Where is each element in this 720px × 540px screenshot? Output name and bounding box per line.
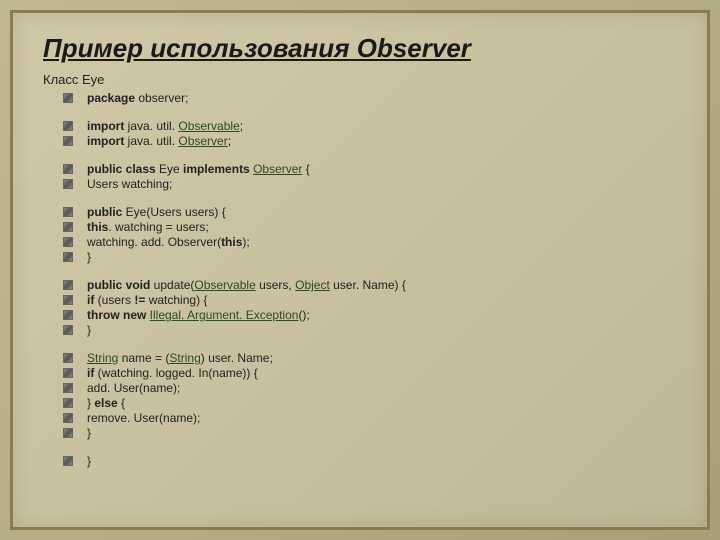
code-text: } <box>87 323 91 337</box>
code-spacer <box>43 149 677 161</box>
code-text: remove. User(name); <box>87 411 200 425</box>
code-line: import java. util. Observable; <box>43 119 677 133</box>
code-text: package observer; <box>87 91 188 105</box>
bullet-icon <box>63 368 73 378</box>
code-line: public class Eye implements Observer { <box>43 162 677 176</box>
code-line: this. watching = users; <box>43 220 677 234</box>
code-line: } <box>43 426 677 440</box>
code-line: watching. add. Observer(this); <box>43 235 677 249</box>
code-spacer <box>43 338 677 350</box>
code-line: remove. User(name); <box>43 411 677 425</box>
code-text: } <box>87 454 91 468</box>
code-text: this. watching = users; <box>87 220 209 234</box>
code-line: add. User(name); <box>43 381 677 395</box>
bullet-icon <box>63 136 73 146</box>
code-line: throw new Illegal. Argument. Exception()… <box>43 308 677 322</box>
code-line: if (watching. logged. In(name)) { <box>43 366 677 380</box>
bullet-icon <box>63 413 73 423</box>
bullet-icon <box>63 121 73 131</box>
code-spacer <box>43 265 677 277</box>
code-line: package observer; <box>43 91 677 105</box>
code-text: Users watching; <box>87 177 172 191</box>
code-line: if (users != watching) { <box>43 293 677 307</box>
bullet-icon <box>63 252 73 262</box>
code-text: if (watching. logged. In(name)) { <box>87 366 258 380</box>
bullet-icon <box>63 164 73 174</box>
code-text: import java. util. Observer; <box>87 134 231 148</box>
bullet-icon <box>63 383 73 393</box>
slide-title: Пример использования Observer <box>43 33 677 64</box>
code-text: add. User(name); <box>87 381 180 395</box>
code-text: throw new Illegal. Argument. Exception()… <box>87 308 310 322</box>
bullet-icon <box>63 456 73 466</box>
code-text: if (users != watching) { <box>87 293 207 307</box>
code-text: public class Eye implements Observer { <box>87 162 310 176</box>
bullet-icon <box>63 207 73 217</box>
code-line: Users watching; <box>43 177 677 191</box>
code-text: watching. add. Observer(this); <box>87 235 250 249</box>
code-line: String name = (String) user. Name; <box>43 351 677 365</box>
slide-content: Пример использования Observer Класс Eye … <box>13 13 707 489</box>
code-line: public Eye(Users users) { <box>43 205 677 219</box>
bullet-icon <box>63 353 73 363</box>
code-block: package observer; import java. util. Obse… <box>43 91 677 468</box>
bullet-icon <box>63 398 73 408</box>
code-text: } else { <box>87 396 125 410</box>
code-text: import java. util. Observable; <box>87 119 243 133</box>
code-line: import java. util. Observer; <box>43 134 677 148</box>
code-spacer <box>43 106 677 118</box>
code-text: public Eye(Users users) { <box>87 205 226 219</box>
code-line: } <box>43 454 677 468</box>
code-spacer <box>43 441 677 453</box>
slide-subtitle: Класс Eye <box>43 72 677 87</box>
bullet-icon <box>63 222 73 232</box>
code-spacer <box>43 192 677 204</box>
code-line: public void update(Observable users, Obj… <box>43 278 677 292</box>
code-line: } <box>43 323 677 337</box>
code-line: } <box>43 250 677 264</box>
code-text: } <box>87 426 91 440</box>
bullet-icon <box>63 93 73 103</box>
code-text: String name = (String) user. Name; <box>87 351 273 365</box>
bullet-icon <box>63 179 73 189</box>
bullet-icon <box>63 325 73 335</box>
bullet-icon <box>63 428 73 438</box>
slide-frame: Пример использования Observer Класс Eye … <box>10 10 710 530</box>
bullet-icon <box>63 310 73 320</box>
code-line: } else { <box>43 396 677 410</box>
code-text: public void update(Observable users, Obj… <box>87 278 406 292</box>
bullet-icon <box>63 280 73 290</box>
code-text: } <box>87 250 91 264</box>
bullet-icon <box>63 237 73 247</box>
bullet-icon <box>63 295 73 305</box>
